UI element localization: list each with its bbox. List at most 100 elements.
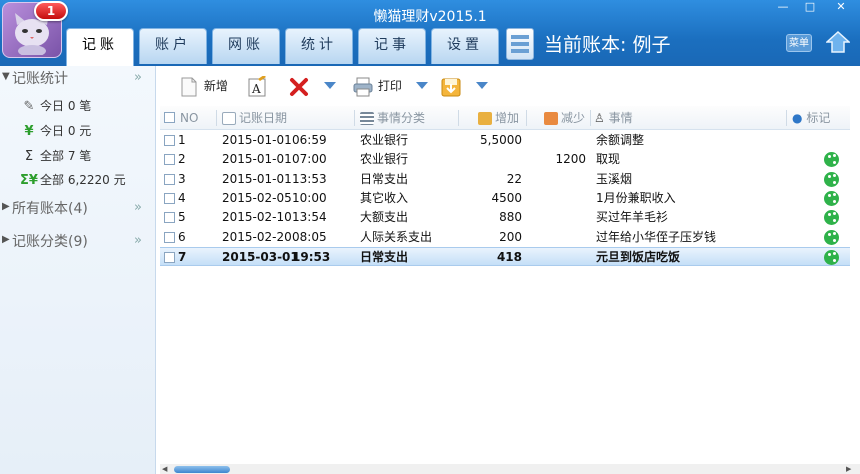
share-mark-icon[interactable]	[824, 229, 839, 245]
sidebar-section-all-books[interactable]: ▶ 所有账本(4) »	[0, 198, 156, 220]
delete-x-icon	[290, 77, 308, 96]
table-row[interactable]: 1 2015-01-01 06:59 农业银行 5,5000 余额调整	[160, 131, 850, 150]
sidebar-item-today-count[interactable]: ✎ 今日 0 笔	[20, 96, 92, 116]
table-row[interactable]: 2 2015-01-01 07:00 农业银行 1200 取现	[160, 150, 850, 169]
cell-increase: 418	[496, 249, 522, 264]
table-row[interactable]: 6 2015-02-20 08:05 人际关系支出 200 过年给小华侄子压岁钱	[160, 228, 850, 247]
print-button[interactable]: 打印	[352, 72, 402, 100]
cell-category: 其它收入	[360, 190, 409, 205]
cell-no: 3	[178, 171, 186, 186]
minimize-button[interactable]: —	[770, 0, 796, 16]
edit-text-icon: A	[248, 75, 266, 96]
cell-increase: 22	[506, 171, 522, 186]
tab-statistics[interactable]: 统计	[285, 28, 353, 64]
pen-icon: ✎	[23, 99, 35, 114]
column-separator	[786, 110, 787, 126]
column-separator	[354, 110, 355, 126]
sidebar-item-total-count[interactable]: Σ 全部 7 笔	[20, 146, 91, 166]
share-mark-icon[interactable]	[824, 171, 839, 187]
maximize-button[interactable]: □	[797, 0, 823, 16]
table-row[interactable]: 3 2015-01-01 13:53 日常支出 22 玉溪烟	[160, 170, 850, 189]
tab-bookkeeping[interactable]: 记账	[66, 28, 134, 66]
column-header-decrease[interactable]: 减少	[544, 110, 585, 126]
row-checkbox[interactable]	[164, 231, 175, 243]
tab-web-accounts[interactable]: 网账	[212, 28, 280, 64]
cell-category: 大额支出	[360, 210, 409, 225]
scroll-left-icon[interactable]: ◀	[162, 465, 167, 473]
app-title: 懒猫理财v2015.1	[373, 9, 487, 25]
row-checkbox[interactable]	[164, 251, 175, 263]
cell-category: 日常支出	[360, 171, 409, 186]
column-header-no[interactable]: NO	[180, 110, 198, 126]
scroll-right-icon[interactable]: ▶	[846, 465, 851, 473]
records-table: NO 记账日期 事情分类 增加 减少 ♙ 事情 ● 标记 1 2015-01-01…	[160, 106, 860, 462]
cell-no: 6	[178, 229, 186, 244]
cell-category: 农业银行	[360, 152, 409, 167]
cell-time: 10:00	[292, 190, 327, 205]
horizontal-scrollbar[interactable]: ◀ ▶	[160, 464, 860, 474]
column-separator	[526, 110, 527, 126]
cell-time: 06:59	[292, 133, 327, 147]
current-book-label: 当前账本: 例子	[544, 34, 671, 56]
export-box-icon	[441, 78, 461, 96]
tab-accounts[interactable]: 账户	[139, 28, 207, 64]
delete-button[interactable]	[288, 72, 310, 100]
share-mark-icon[interactable]	[824, 210, 839, 226]
cell-no: 1	[178, 133, 186, 147]
column-header-date[interactable]: 记账日期	[222, 110, 287, 126]
expand-chevron-icon[interactable]: »	[134, 200, 142, 215]
sidebar-item-total-amount[interactable]: Σ¥ 全部 6,2220 元	[20, 170, 126, 190]
toolbar: 新增 A 打印	[158, 68, 860, 104]
table-row[interactable]: 4 2015-02-05 10:00 其它收入 4500 1月份兼职收入	[160, 189, 850, 208]
notification-badge[interactable]: 1	[34, 1, 68, 21]
cell-note: 取现	[596, 152, 621, 167]
column-separator	[216, 110, 217, 126]
upgrade-house-icon[interactable]	[826, 30, 850, 54]
share-mark-icon[interactable]	[824, 190, 839, 206]
tab-settings[interactable]: 设置	[431, 28, 499, 64]
row-checkbox[interactable]	[164, 135, 175, 146]
sidebar-item-today-amount[interactable]: ¥ 今日 0 元	[20, 121, 91, 141]
column-header-category[interactable]: 事情分类	[360, 110, 425, 126]
edit-button[interactable]: A	[246, 72, 268, 100]
cell-note: 玉溪烟	[596, 171, 633, 186]
print-dropdown-icon[interactable]	[416, 82, 428, 89]
sidebar-section-bookkeeping-stats[interactable]: ▼ 记账统计 »	[0, 68, 156, 90]
column-header-note[interactable]: ♙ 事情	[594, 110, 633, 126]
tab-notes[interactable]: 记事	[358, 28, 426, 64]
row-checkbox[interactable]	[164, 173, 175, 185]
cell-no: 4	[178, 190, 186, 205]
expand-chevron-icon[interactable]: »	[134, 233, 142, 248]
table-header: NO 记账日期 事情分类 增加 减少 ♙ 事情 ● 标记	[160, 106, 850, 130]
cell-no: 5	[178, 210, 186, 225]
row-checkbox[interactable]	[164, 212, 175, 224]
ledger-book-icon[interactable]	[506, 28, 534, 60]
row-checkbox[interactable]	[164, 154, 175, 166]
cell-date: 2015-01-01	[222, 133, 292, 147]
cell-date: 2015-01-01	[222, 171, 292, 186]
column-header-increase[interactable]: 增加	[478, 110, 519, 126]
export-button[interactable]	[440, 72, 462, 100]
select-all-checkbox[interactable]	[164, 112, 175, 123]
column-header-label: 标记	[806, 111, 831, 125]
sidebar-item-label: 全部 6,2220 元	[40, 173, 126, 187]
share-mark-icon[interactable]	[824, 152, 839, 168]
collapse-chevron-icon[interactable]: »	[134, 70, 142, 85]
row-checkbox[interactable]	[164, 192, 175, 204]
cell-no: 7	[178, 249, 187, 264]
table-row[interactable]: 5 2015-02-10 13:54 大额支出 880 买过年羊毛衫	[160, 208, 850, 227]
cell-date: 2015-01-01	[222, 152, 292, 167]
new-button[interactable]: 新增	[178, 72, 228, 100]
share-mark-icon[interactable]	[824, 249, 839, 265]
close-button[interactable]: ✕	[824, 0, 858, 16]
delete-dropdown-icon[interactable]	[324, 82, 336, 89]
sidebar-section-categories[interactable]: ▶ 记账分类(9) »	[0, 231, 156, 253]
menu-button[interactable]: 菜单	[786, 34, 812, 52]
scrollbar-thumb[interactable]	[174, 466, 230, 473]
cell-decrease: 1200	[555, 152, 586, 167]
table-row[interactable]: 7 2015-03-01 19:53 日常支出 418 元旦到饭店吃饭	[160, 246, 850, 266]
column-header-mark[interactable]: ● 标记	[792, 110, 830, 126]
export-dropdown-icon[interactable]	[476, 82, 488, 89]
cell-note: 过年给小华侄子压岁钱	[596, 229, 717, 244]
new-document-icon	[181, 77, 197, 96]
